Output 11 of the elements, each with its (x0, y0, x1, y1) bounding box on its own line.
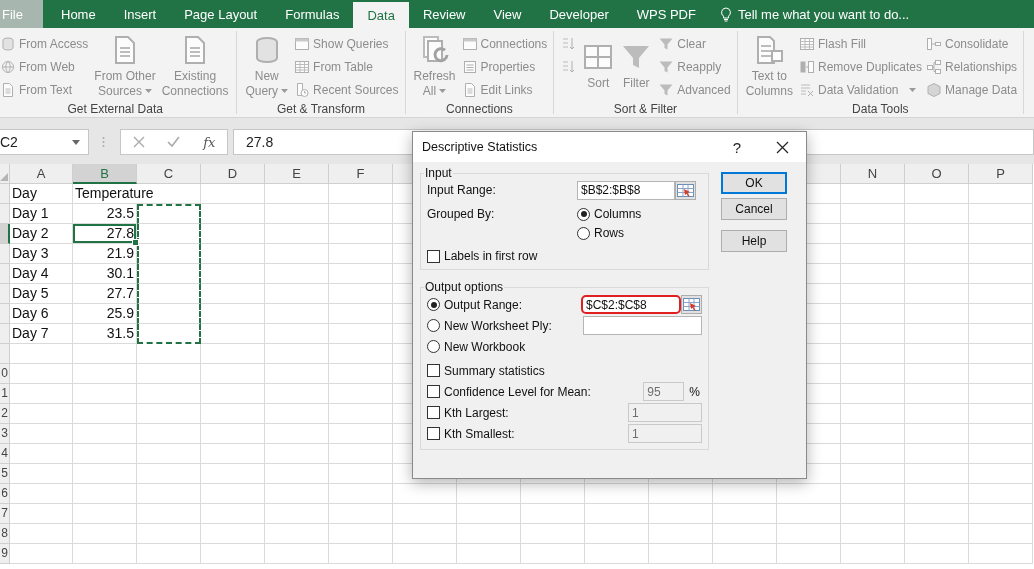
group-label: Connections (445, 101, 514, 117)
field-label: Grouped By: (427, 207, 496, 221)
dialog-title: Descriptive Statistics (422, 140, 539, 154)
group-label: Input (424, 166, 453, 180)
group-label: Data Tools (851, 101, 910, 117)
field-label: Input Range: (427, 183, 497, 197)
group-label: Sort & Filter (612, 101, 679, 117)
group-label: Get & Transform (275, 101, 366, 117)
group-label: Output options (424, 280, 505, 294)
group-label: Get External Data (66, 101, 164, 117)
unit-label: % (689, 384, 700, 399)
